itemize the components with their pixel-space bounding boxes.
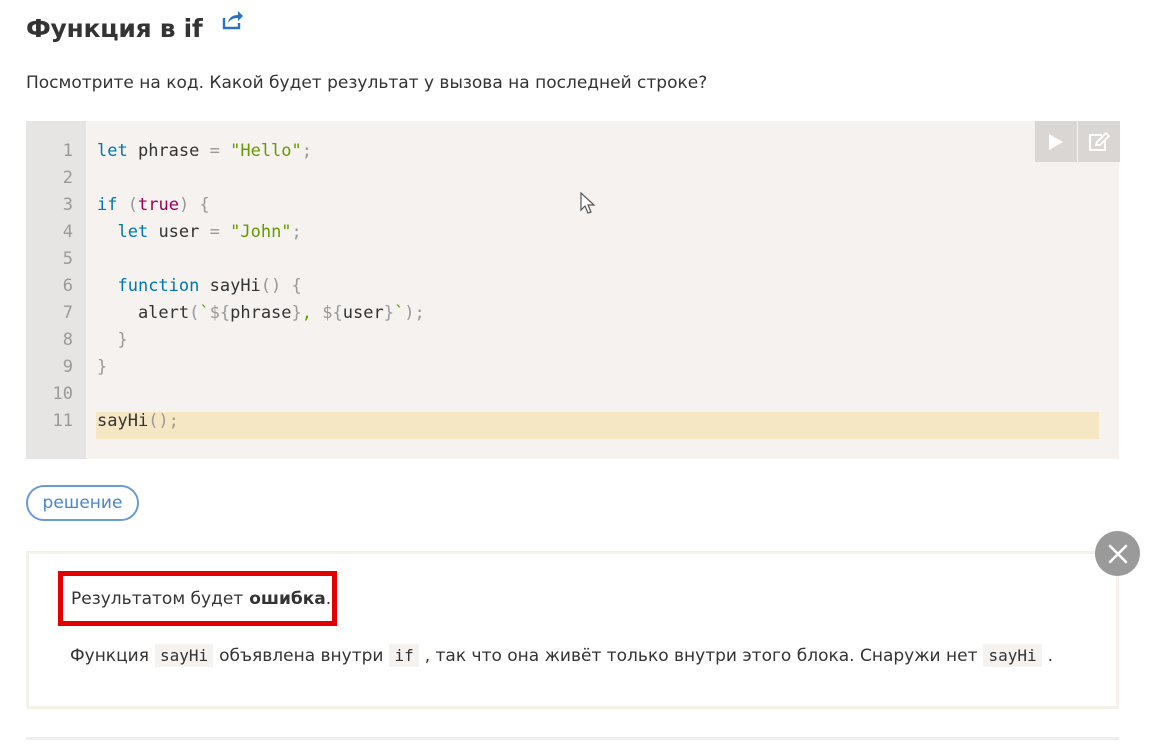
open-in-sandbox-button[interactable] [1078,121,1120,162]
explain-text: объявлена внутри [219,645,384,666]
close-solution-button[interactable] [1095,531,1140,576]
answer-bold: ошибка [249,588,326,609]
answer-text: Результатом будет [71,588,244,609]
line-number: 9 [62,357,73,377]
code-line-3: if (true) { [97,195,210,215]
solution-explanation: Функция sayHi объявлена внутри if , так … [70,644,1053,667]
line-number: 11 [52,411,73,431]
solution-button[interactable]: решение [26,485,139,521]
line-number: 10 [52,384,73,404]
line-number: 6 [62,276,73,296]
line-number: 4 [62,222,73,242]
section-divider [26,737,1119,740]
inline-code: sayHi [983,644,1042,667]
inline-code: sayHi [154,644,214,667]
inline-code: if [389,644,419,667]
answer-suffix: . [325,588,332,609]
task-question: Посмотрите на код. Какой будет результат… [26,73,708,93]
mouse-cursor-icon [580,192,596,214]
line-number: 7 [62,303,73,323]
code-block: 1 2 3 4 5 6 7 8 9 10 11 let phrase = "He… [26,121,1120,459]
open-in-new-window-icon[interactable] [222,10,244,30]
line-number: 2 [62,168,73,188]
play-icon [1049,133,1063,150]
code-line-7: alert(`${phrase}, ${user}`); [97,303,425,323]
task-title: Функция в if [26,8,203,48]
close-icon [1108,544,1127,563]
line-number: 1 [62,141,73,161]
edit-icon [1089,131,1110,151]
code-line-9: } [97,357,108,377]
line-number: 5 [62,249,73,269]
explain-text: . [1047,645,1054,666]
code-line-1: let phrase = "Hello"; [97,141,313,161]
explain-text: Функция [70,645,149,666]
code-line-11: sayHi(); [97,411,179,431]
run-code-button[interactable] [1035,121,1077,162]
page-title: Функция в if [26,13,203,43]
line-number: 8 [62,330,73,350]
highlighted-line [96,412,1099,439]
code-line-8: } [117,330,128,350]
code-line-6: function sayHi() { [117,276,302,296]
answer-highlight: Результатом будет ошибка . [58,571,337,626]
explain-text: , так что она живёт только внутри этого … [424,645,978,666]
line-number: 3 [62,195,73,215]
code-line-4: let user = "John"; [117,222,302,242]
